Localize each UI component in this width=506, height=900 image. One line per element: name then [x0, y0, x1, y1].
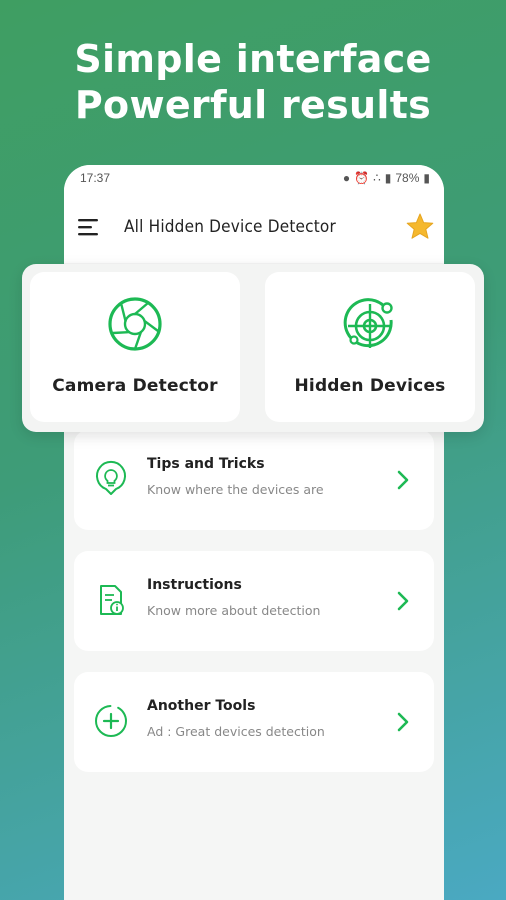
- feature-label: Hidden Devices: [294, 376, 446, 396]
- list-item-tips[interactable]: Tips and Tricks Know where the devices a…: [74, 430, 434, 530]
- menu-icon[interactable]: [78, 217, 102, 237]
- hidden-devices-card[interactable]: Hidden Devices: [265, 272, 475, 422]
- list-item-title: Tips and Tricks: [147, 456, 265, 472]
- feature-label: Camera Detector: [52, 376, 218, 396]
- notification-icon: ●: [342, 171, 351, 185]
- list-item-title: Instructions: [147, 577, 242, 593]
- chevron-right-icon: [397, 591, 409, 611]
- feature-panel: Camera Detector Hidden Devices: [22, 264, 484, 432]
- signal-icon: ▮: [384, 171, 392, 185]
- status-icons: ● ⏰ ∴ ▮ 78% ▮: [343, 171, 430, 185]
- headline-line-2: Powerful results: [74, 83, 432, 127]
- alarm-icon: ⏰: [354, 171, 370, 185]
- add-circle-icon: [95, 705, 127, 737]
- lightbulb-pin-icon: [96, 461, 126, 495]
- document-info-icon: [100, 585, 124, 615]
- list-item-subtitle: Know where the devices are: [147, 482, 324, 497]
- status-time: 17:37: [80, 171, 111, 185]
- list-item-subtitle: Know more about detection: [147, 603, 321, 618]
- list-item-instructions[interactable]: Instructions Know more about detection: [74, 551, 434, 651]
- promo-headline: Simple interface Powerful results: [0, 36, 506, 128]
- headline-line-1: Simple interface: [74, 37, 432, 81]
- status-bar: 17:37 ● ⏰ ∴ ▮ 78% ▮: [64, 165, 444, 193]
- star-rate-icon[interactable]: [404, 211, 436, 243]
- battery-icon: ▮: [423, 171, 430, 185]
- radar-target-icon: [343, 298, 393, 348]
- chevron-right-icon: [397, 470, 409, 490]
- list-item-another-tools[interactable]: Another Tools Ad : Great devices detecti…: [74, 672, 434, 772]
- camera-detector-card[interactable]: Camera Detector: [30, 272, 240, 422]
- list-item-subtitle: Ad : Great devices detection: [147, 724, 325, 739]
- battery-text: 78%: [395, 171, 420, 185]
- app-bar: All Hidden Device Detector: [64, 193, 444, 263]
- app-title: All Hidden Device Detector: [124, 217, 336, 237]
- camera-aperture-icon: [108, 297, 162, 351]
- wifi-icon: ∴: [373, 171, 381, 185]
- chevron-right-icon: [397, 712, 409, 732]
- list-item-title: Another Tools: [147, 698, 256, 714]
